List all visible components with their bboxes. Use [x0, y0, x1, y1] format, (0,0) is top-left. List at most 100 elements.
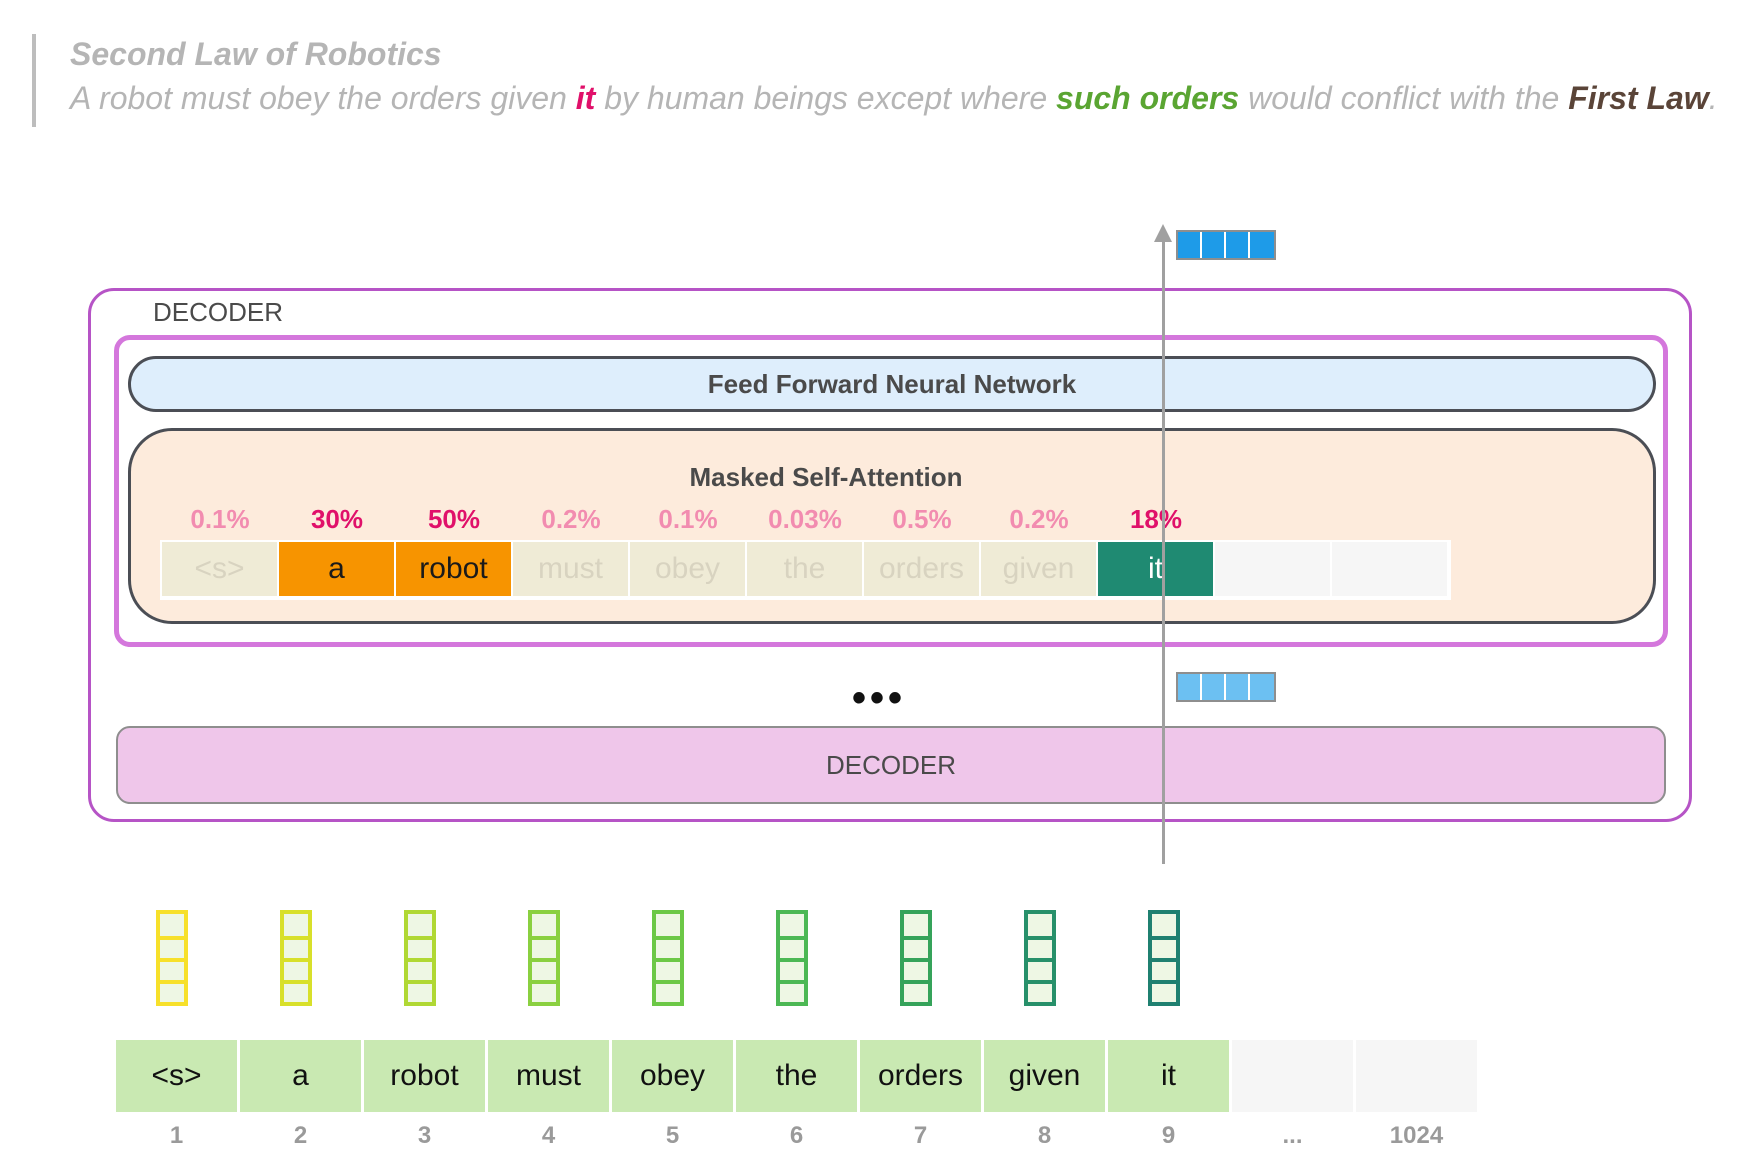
embedding-cell: [408, 980, 432, 1002]
embedding-cell: [160, 914, 184, 936]
embedding-cell: [532, 936, 556, 958]
flow-arrow-head: [1154, 224, 1172, 242]
embedding-cell: [904, 914, 928, 936]
embedding-cell: [1028, 958, 1052, 980]
embedding-vector: [900, 910, 932, 1006]
embedding-vector: [156, 910, 188, 1006]
embedding-vector: [652, 910, 684, 1006]
position-label: 7: [913, 1122, 928, 1149]
embedding-cell: [1028, 980, 1052, 1002]
position-label: 8: [1037, 1122, 1052, 1149]
embedding-cell: [284, 958, 308, 980]
input-token: obey: [612, 1040, 733, 1112]
hidden-vector-cell: [1250, 674, 1274, 700]
hidden-vector-cell: [1226, 674, 1250, 700]
position-label: 1024: [1389, 1122, 1444, 1149]
input-token: a: [240, 1040, 361, 1112]
embedding-cell: [408, 936, 432, 958]
output-vector-cell: [1226, 232, 1250, 258]
attention-percentage: 0.03%: [768, 504, 842, 534]
attention-token: orders: [864, 542, 979, 596]
embedding-cell: [532, 958, 556, 980]
input-token: robot: [364, 1040, 485, 1112]
embedding-cell: [532, 914, 556, 936]
embedding-cell: [1028, 914, 1052, 936]
embedding-cell: [284, 980, 308, 1002]
position-label: 9: [1161, 1122, 1176, 1149]
attention-token: must: [513, 542, 628, 596]
output-vector-cell: [1250, 232, 1274, 258]
input-token: [1356, 1040, 1477, 1112]
input-token: [1232, 1040, 1353, 1112]
embedding-cell: [160, 980, 184, 1002]
embedding-vector: [528, 910, 560, 1006]
embedding-cell: [408, 914, 432, 936]
embedding-cell: [1152, 980, 1176, 1002]
input-token: it: [1108, 1040, 1229, 1112]
attention-token: obey: [630, 542, 745, 596]
embedding-cell: [780, 936, 804, 958]
quote-title: Second Law of Robotics: [70, 36, 442, 72]
attention-percentage: 0.5%: [892, 504, 952, 534]
output-vector: [1176, 230, 1276, 260]
position-label: 4: [541, 1122, 556, 1149]
embedding-cell: [904, 958, 928, 980]
flow-arrow-line: [1162, 240, 1165, 864]
attention-token: a: [279, 542, 394, 596]
quote-highlight-orders: such orders: [1056, 80, 1240, 116]
embedding-cell: [284, 914, 308, 936]
embedding-cell: [532, 980, 556, 1002]
attention-token: [1332, 542, 1447, 596]
hidden-vector: [1176, 672, 1276, 702]
masked-self-attention-title: Masked Self-Attention: [689, 462, 963, 492]
attention-percentage: 0.2%: [541, 504, 601, 534]
ellipsis-dots: •••: [852, 676, 907, 720]
attention-token: it: [1098, 542, 1213, 596]
embedding-vector: [1024, 910, 1056, 1006]
position-label: 1: [169, 1122, 184, 1149]
input-token: the: [736, 1040, 857, 1112]
attention-token: <s>: [162, 542, 277, 596]
attention-percentage: 30%: [310, 504, 364, 534]
embedding-cell: [1028, 936, 1052, 958]
attention-token: the: [747, 542, 862, 596]
attention-token: robot: [396, 542, 511, 596]
attention-token-row: <s> a robot must obey the orders given it: [160, 540, 1451, 600]
quote-text: A robot must obey the orders given it by…: [70, 80, 1718, 117]
embedding-vector: [1148, 910, 1180, 1006]
input-token: must: [488, 1040, 609, 1112]
feed-forward-layer: Feed Forward Neural Network: [128, 356, 1656, 412]
embedding-cell: [780, 980, 804, 1002]
input-token-row: <s> a robot must obey the orders given it: [116, 1040, 1480, 1112]
attention-percentage: 0.2%: [1009, 504, 1069, 534]
embedding-cell: [904, 936, 928, 958]
embedding-cell: [1152, 958, 1176, 980]
hidden-vector-cell: [1178, 674, 1202, 700]
quote-text-end: .: [1708, 80, 1718, 116]
embedding-cell: [780, 914, 804, 936]
attention-percentage: 0.1%: [190, 504, 250, 534]
decoder-stack-title: DECODER: [153, 297, 284, 327]
embedding-cell: [904, 980, 928, 1002]
quote-highlight-it: it: [575, 80, 596, 116]
quote-highlight-first-law: First Law: [1568, 80, 1709, 116]
input-token: given: [984, 1040, 1105, 1112]
hidden-vector-cell: [1202, 674, 1226, 700]
input-token: <s>: [116, 1040, 237, 1112]
embedding-cell: [1152, 936, 1176, 958]
attention-percentage: 50%: [427, 504, 481, 534]
position-label: ...: [1282, 1122, 1303, 1149]
decoder-bottom-block: DECODER: [116, 726, 1666, 804]
embedding-cell: [160, 958, 184, 980]
embedding-cell: [656, 980, 680, 1002]
quote-text-part2: by human beings except where: [595, 80, 1057, 116]
embedding-cell: [780, 958, 804, 980]
input-token: orders: [860, 1040, 981, 1112]
embedding-cell: [284, 936, 308, 958]
quote-bar: [32, 34, 36, 127]
embedding-cell: [656, 914, 680, 936]
quote-text-part3: would conflict with the: [1239, 80, 1569, 116]
position-label: 3: [417, 1122, 432, 1149]
position-label: 5: [665, 1122, 680, 1149]
quote-text-part1: A robot must obey the orders given: [70, 80, 576, 116]
